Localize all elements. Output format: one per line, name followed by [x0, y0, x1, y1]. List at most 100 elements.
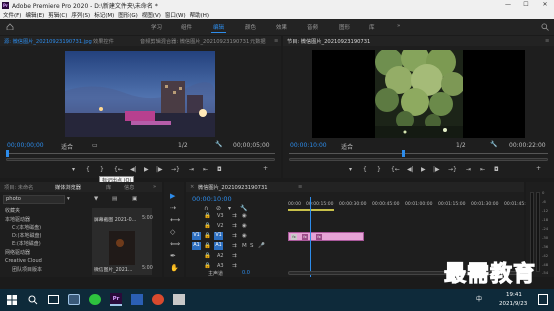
timeline-playhead[interactable] — [310, 197, 311, 277]
lock-icon[interactable]: 🔒 — [204, 253, 211, 259]
source-resolution-select[interactable]: 1/2 — [178, 142, 188, 149]
view-icon[interactable]: ▣ — [132, 196, 137, 202]
menu-view[interactable]: 视图(V) — [142, 11, 161, 19]
thumb-screenshot[interactable]: 屏幕截图 2021-0... 5:00 — [92, 208, 153, 230]
program-fit-select[interactable]: 适合 — [341, 142, 353, 151]
menu-edit[interactable]: 编辑(E) — [25, 11, 44, 19]
workspace-more-button[interactable]: » — [397, 23, 400, 29]
source-go-in-button[interactable]: {← — [114, 166, 123, 173]
timeline-panel-menu[interactable]: ≡ — [298, 184, 302, 190]
workspace-effects[interactable]: 效果 — [276, 23, 287, 31]
source-mark-out-button[interactable]: } — [100, 166, 104, 173]
project-more-button[interactable]: » — [153, 184, 156, 190]
program-zoom-scrollbar[interactable] — [289, 158, 548, 161]
workspace-editing[interactable]: 编辑 — [210, 23, 227, 33]
program-go-in-button[interactable]: {← — [391, 166, 400, 173]
source-overwrite-button[interactable]: ⇤ — [203, 166, 208, 173]
lock-icon[interactable]: 🔒 — [204, 213, 211, 219]
wrench-icon[interactable]: 🔧 — [215, 141, 222, 148]
program-step-forward-button[interactable]: |▶ — [433, 166, 440, 173]
lock-icon[interactable]: 🔒 — [204, 233, 211, 239]
program-export-frame-button[interactable]: ◘ — [494, 166, 499, 173]
menu-graphics[interactable]: 图形(G) — [118, 11, 138, 19]
program-mark-in-button[interactable]: { — [363, 166, 367, 173]
eye-icon[interactable]: ◉ — [242, 233, 247, 239]
source-settings-button[interactable]: ▭ — [92, 142, 98, 149]
browser-icon[interactable] — [152, 294, 164, 305]
tree-item-drive-e[interactable]: E:(本地磁盘) — [12, 240, 41, 247]
timeline-timecode[interactable]: 00:00:10:00 — [192, 195, 232, 203]
lock-icon[interactable]: 🔒 — [204, 263, 211, 269]
program-time-ruler[interactable] — [289, 153, 548, 154]
solo-s-icon[interactable]: S — [250, 243, 254, 249]
menu-help[interactable]: 帮助(H) — [190, 11, 209, 19]
slip-tool-icon[interactable]: ⟺ — [170, 240, 180, 248]
timeline-close-button[interactable]: × — [190, 184, 194, 190]
razor-tool-icon[interactable]: ◇ — [170, 228, 175, 236]
ripple-edit-tool-icon[interactable]: ⟷ — [170, 216, 180, 224]
tab-sequence[interactable]: 微信图片_20210923190731 — [198, 184, 268, 191]
menu-sequence[interactable]: 序列(S) — [71, 11, 90, 19]
linked-selection-icon[interactable]: ⊘ — [216, 205, 221, 212]
menu-clip[interactable]: 剪辑(C) — [48, 11, 67, 19]
tab-libraries[interactable]: 库 — [106, 184, 111, 191]
tree-item-drive-c[interactable]: C:(本地磁盘) — [12, 224, 41, 231]
tree-item-network-drives[interactable]: 网络驱动器 — [5, 249, 30, 256]
lock-icon[interactable]: 🔒 — [204, 223, 211, 229]
tab-metadata[interactable]: 元数据 — [250, 38, 266, 45]
program-resolution-select[interactable]: 1/2 — [456, 142, 466, 149]
hand-tool-icon[interactable]: ✋ — [170, 264, 179, 272]
search-icon[interactable] — [28, 295, 38, 305]
sync-lock-icon[interactable]: ⇉ — [232, 253, 237, 259]
tab-effect-controls[interactable]: 效果控件 — [93, 38, 114, 45]
home-icon[interactable] — [6, 23, 14, 30]
file-type-icon[interactable]: ▤ — [112, 196, 117, 202]
mute-m-icon[interactable]: M — [242, 243, 247, 249]
eye-icon[interactable]: ◉ — [242, 223, 247, 229]
program-play-button[interactable]: ▶ — [421, 166, 426, 173]
source-timecode[interactable]: 00;00;00;00 — [7, 142, 44, 149]
tab-media-browser[interactable]: 媒体浏览器 — [55, 184, 81, 191]
program-extract-button[interactable]: ⇤ — [480, 166, 485, 173]
notification-icon[interactable] — [538, 294, 548, 305]
wrench-icon[interactable]: 🔧 — [490, 141, 497, 148]
source-patch-v1[interactable]: V1 — [192, 232, 201, 240]
tab-source[interactable]: 源: 微信图片_20210923190731.jpg — [4, 38, 92, 45]
workspace-graphics[interactable]: 图形 — [339, 23, 350, 31]
source-zoom-scrollbar[interactable] — [6, 158, 275, 161]
sync-lock-icon[interactable]: ⇉ — [232, 213, 237, 219]
source-step-forward-button[interactable]: |▶ — [156, 166, 163, 173]
tab-project[interactable]: 项目: 未命名 — [4, 184, 33, 191]
eye-icon[interactable]: ◉ — [242, 213, 247, 219]
program-step-back-button[interactable]: ◀| — [407, 166, 414, 173]
tab-info[interactable]: 信息 — [124, 184, 134, 191]
track-select-tool-icon[interactable]: ⇢ — [170, 204, 176, 212]
menu-file[interactable]: 文件(F) — [3, 11, 21, 19]
workspace-libraries[interactable]: 库 — [369, 23, 375, 31]
source-export-frame-button[interactable]: ◘ — [217, 166, 222, 173]
app-icon[interactable] — [173, 294, 185, 305]
tree-item-team-projects[interactable]: 团队项目版本 — [12, 266, 42, 273]
workspace-color[interactable]: 颜色 — [245, 23, 256, 31]
premiere-taskbar-icon[interactable]: Pr — [110, 293, 122, 306]
workspace-audio[interactable]: 音频 — [307, 23, 318, 31]
program-mark-out-button[interactable]: } — [377, 166, 381, 173]
program-go-out-button[interactable]: →} — [448, 166, 457, 173]
tree-item-favorites[interactable]: 收藏夹 — [5, 207, 20, 214]
track-target-a1[interactable]: A1 — [214, 242, 223, 250]
file-explorer-icon[interactable] — [68, 294, 80, 305]
source-go-out-button[interactable]: →} — [171, 166, 180, 173]
source-button-editor[interactable]: + — [263, 165, 268, 172]
wechat-icon[interactable] — [89, 294, 101, 305]
source-mark-in-button[interactable]: { — [86, 166, 90, 173]
task-view-icon[interactable] — [48, 295, 59, 304]
source-step-back-button[interactable]: ◀| — [130, 166, 137, 173]
snap-icon[interactable]: ∩ — [204, 205, 208, 212]
taskbar-time[interactable]: 19:41 — [506, 292, 522, 298]
tree-item-creative-cloud[interactable]: Creative Cloud — [5, 258, 42, 264]
sync-lock-icon[interactable]: ⇉ — [232, 243, 237, 249]
master-value[interactable]: 0.0 — [242, 270, 250, 276]
media-search-input[interactable]: photo — [3, 195, 65, 204]
windows-start-icon[interactable] — [7, 295, 17, 305]
maximize-button[interactable]: ☐ — [517, 0, 535, 10]
